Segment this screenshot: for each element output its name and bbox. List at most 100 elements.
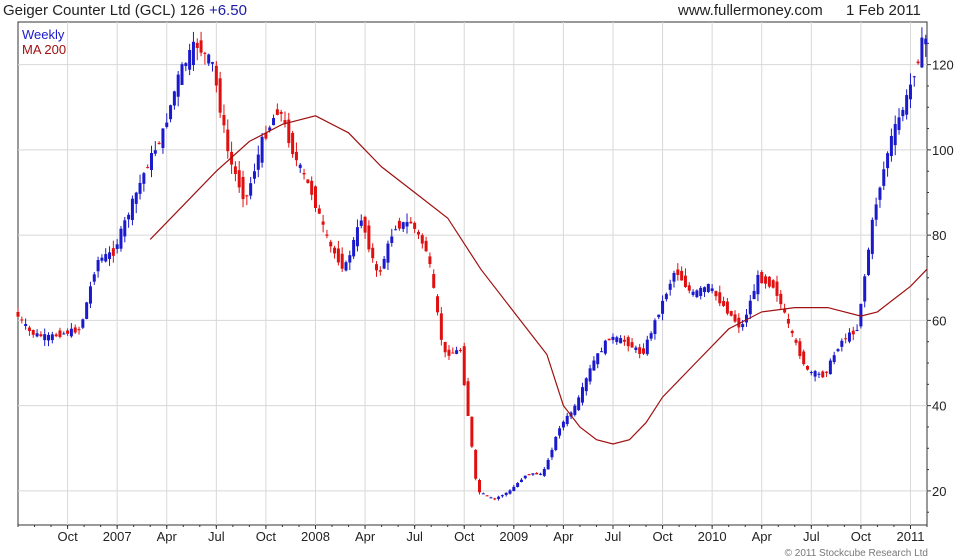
candle-body (683, 275, 687, 288)
candle-body (592, 360, 596, 371)
candle-body (718, 292, 722, 304)
candle-body (73, 327, 77, 333)
candle-body (821, 371, 825, 378)
candle-body (138, 182, 142, 194)
candle-body (329, 241, 333, 247)
x-tick-label: 2011 (896, 529, 924, 544)
candle-body (222, 115, 226, 126)
candle-body (477, 479, 481, 493)
candle-body (725, 301, 729, 314)
candle-body (336, 248, 340, 263)
candle-body (516, 483, 520, 487)
candle-body (752, 290, 756, 300)
x-tick-label: Jul (803, 529, 820, 544)
candle-body (302, 172, 306, 175)
candle-body (805, 365, 809, 370)
candle-body (355, 227, 359, 247)
candle-body (390, 236, 394, 243)
candle-body (443, 341, 447, 353)
candle-body (310, 180, 314, 195)
candle-body (664, 293, 668, 300)
candle-body (344, 262, 348, 271)
candle-body (760, 271, 764, 284)
candle-body (69, 328, 73, 337)
x-tick-label: Jul (208, 529, 225, 544)
candle-body (409, 221, 413, 224)
candle-body (699, 287, 703, 296)
candle-body (397, 220, 401, 229)
candle-body (211, 62, 215, 64)
candle-body (924, 38, 928, 45)
candle-body (226, 129, 230, 152)
x-tick-label: Jul (605, 529, 622, 544)
candle-body (24, 324, 28, 326)
candle-body (764, 276, 768, 284)
candle-body (146, 167, 150, 169)
candle-body (165, 122, 169, 127)
candle-body (588, 368, 592, 382)
candle-body (855, 329, 859, 331)
candle-body (634, 347, 638, 351)
plot-area (17, 21, 928, 526)
candle-body (134, 192, 138, 204)
candle-body (641, 348, 645, 354)
y-tick-label: 100 (932, 143, 954, 158)
candle-body (298, 164, 302, 168)
candle-body (573, 405, 577, 415)
candle-body (260, 136, 264, 163)
candle-body (249, 183, 253, 196)
y-tick-label: 80 (932, 228, 946, 243)
x-tick-label: Oct (652, 529, 673, 544)
candle-body (233, 166, 237, 174)
candle-body (703, 287, 707, 293)
candle-body (207, 54, 211, 64)
candle-body (252, 171, 256, 179)
candle-body (878, 187, 882, 200)
candle-body (35, 333, 39, 337)
candle-body (16, 311, 20, 317)
candle-body (905, 95, 909, 115)
candle-body (802, 351, 806, 365)
candle-body (867, 249, 871, 275)
x-tick-label: Apr (553, 529, 574, 544)
candle-body (416, 231, 420, 235)
candle-body (798, 341, 802, 357)
candle-body (256, 154, 260, 170)
x-tick-label: Oct (57, 529, 78, 544)
candle-body (92, 274, 96, 282)
candle-body (626, 337, 630, 347)
candle-body (863, 276, 867, 302)
candle-body (50, 334, 54, 341)
candle-body (775, 281, 779, 296)
candle-body (542, 469, 546, 476)
x-tick-label: 2008 (301, 529, 330, 544)
candle-body (214, 65, 218, 86)
candle-body (88, 286, 92, 304)
x-tick-label: 2007 (103, 529, 132, 544)
candle-body (474, 449, 478, 479)
candle-body (191, 41, 195, 66)
candle-body (619, 338, 623, 344)
candle-body (550, 449, 554, 458)
candle-body (424, 240, 428, 252)
candle-body (367, 225, 371, 250)
candle-body (195, 42, 199, 48)
candle-body (127, 214, 131, 220)
candle-body (748, 300, 752, 315)
candle-body (809, 372, 813, 374)
candle-body (695, 290, 699, 298)
candle-body (432, 274, 436, 288)
candle-body (653, 320, 657, 334)
candle-body (489, 497, 493, 499)
candle-body (786, 318, 790, 324)
x-tick-label: 2010 (698, 529, 727, 544)
candle-body (119, 228, 123, 249)
candle-body (733, 314, 737, 322)
candle-body (466, 381, 470, 416)
candle-body (291, 132, 295, 155)
x-tick-label: Oct (256, 529, 277, 544)
candle-body (672, 272, 676, 282)
candle-body (554, 436, 558, 450)
candle-body (405, 222, 409, 227)
candle-body (920, 37, 924, 68)
